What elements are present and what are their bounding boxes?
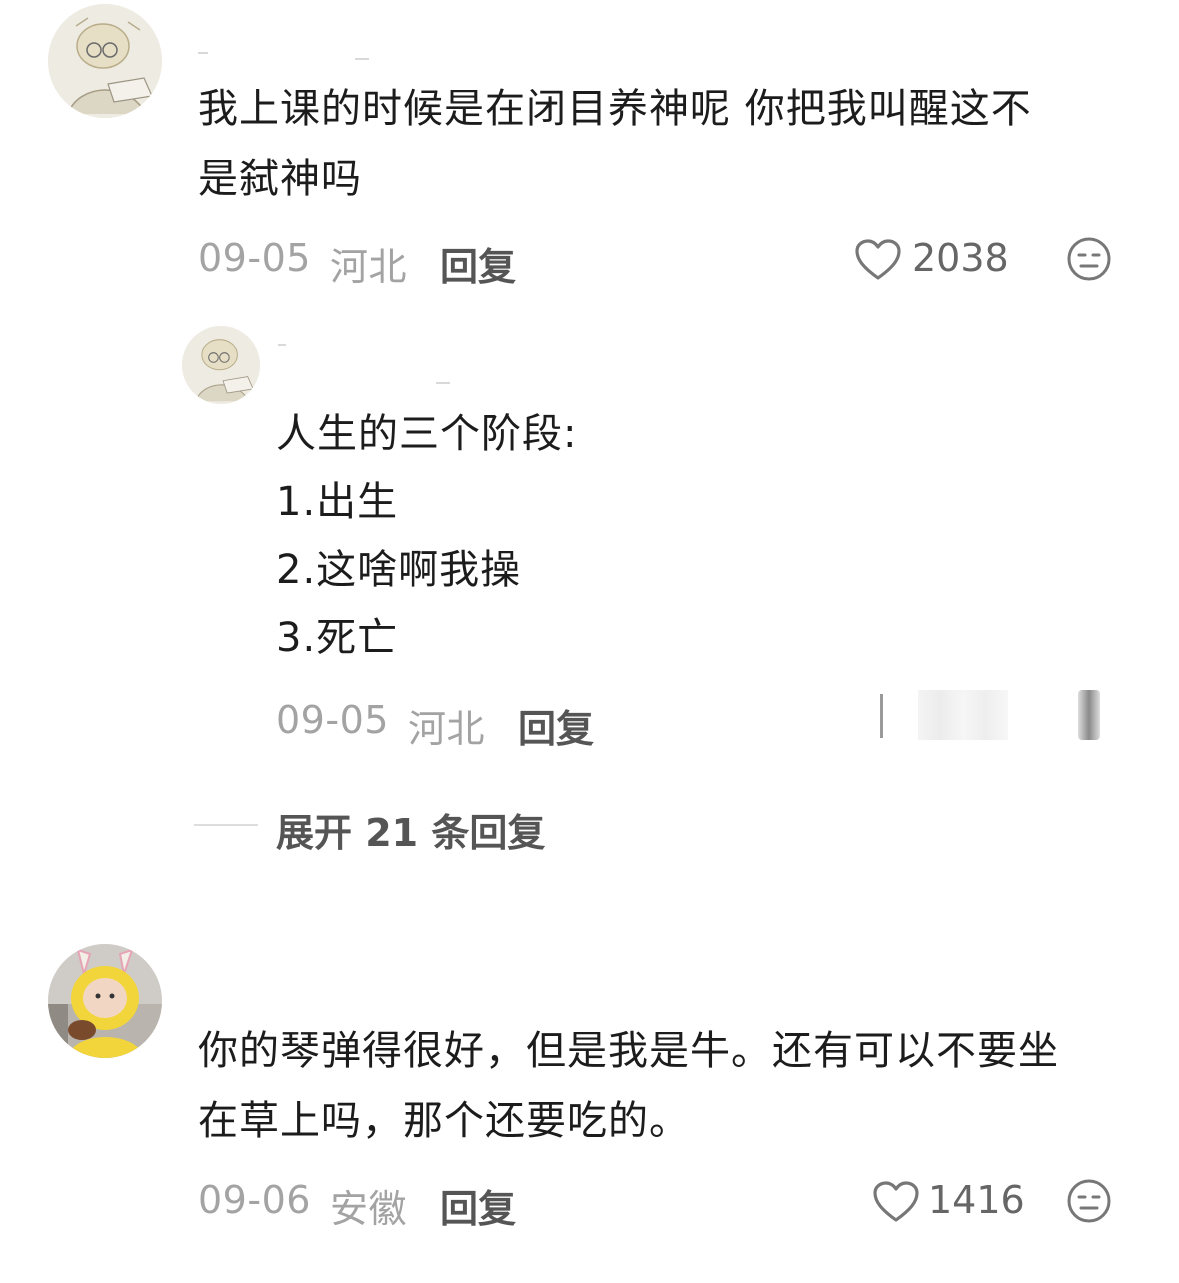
avatar[interactable] (48, 4, 162, 118)
avatar-sketch-icon (182, 326, 260, 404)
reply-button[interactable]: 回复 (440, 236, 516, 291)
blurred-actions (878, 688, 1108, 742)
reply-text: 人生的三个阶段: 1.出生 2.这啥啊我操 3.死亡 (276, 400, 1096, 672)
comment-date: 09-06 (198, 1178, 311, 1222)
heart-outline-icon[interactable] (872, 1180, 920, 1224)
avatar[interactable] (48, 944, 162, 1058)
reply-button[interactable]: 回复 (440, 1178, 516, 1233)
avatar-sketch-icon (48, 4, 162, 118)
neutral-face-icon[interactable] (1066, 1178, 1112, 1224)
comment-location: 河北 (330, 245, 408, 289)
comment-line: 你的琴弹得很好，但是我是牛。还有可以不要坐 (198, 1028, 1059, 1074)
username-placeholder (355, 58, 369, 60)
reply-button[interactable]: 回复 (518, 698, 594, 753)
reply-date: 09-05 (276, 698, 389, 742)
reply-line: 人生的三个阶段: (276, 411, 578, 457)
username-placeholder (436, 382, 450, 384)
reply-line: 2.这啥啊我操 (276, 547, 522, 593)
like-count: 1416 (928, 1178, 1025, 1222)
comment-line: 是弑神吗 (198, 156, 362, 202)
comment-line: 在草上吗，那个还要吃的。 (198, 1098, 690, 1144)
username-placeholder[interactable] (198, 52, 208, 54)
like-count: 2038 (912, 236, 1009, 280)
avatar-teletubby-icon (48, 944, 162, 1058)
username-placeholder[interactable] (278, 344, 286, 346)
reply-line: 1.出生 (276, 479, 399, 525)
heart-outline-icon[interactable] (854, 238, 902, 282)
reply-line: 3.死亡 (276, 615, 399, 661)
neutral-face-icon[interactable] (1066, 236, 1112, 282)
comment-location: 安徽 (330, 1187, 408, 1231)
expand-divider (194, 824, 258, 826)
comment-text: 我上课的时候是在闭目养神呢 你把我叫醒这不 是弑神吗 (198, 74, 1128, 214)
comment-text: 你的琴弹得很好，但是我是牛。还有可以不要坐 在草上吗，那个还要吃的。 (198, 1016, 1148, 1156)
comment-date: 09-05 (198, 236, 311, 280)
expand-replies-button[interactable]: 展开 21 条回复 (276, 802, 545, 857)
comment-line: 我上课的时候是在闭目养神呢 你把我叫醒这不 (198, 86, 1032, 132)
reply-location: 河北 (408, 707, 486, 751)
avatar[interactable] (182, 326, 260, 404)
